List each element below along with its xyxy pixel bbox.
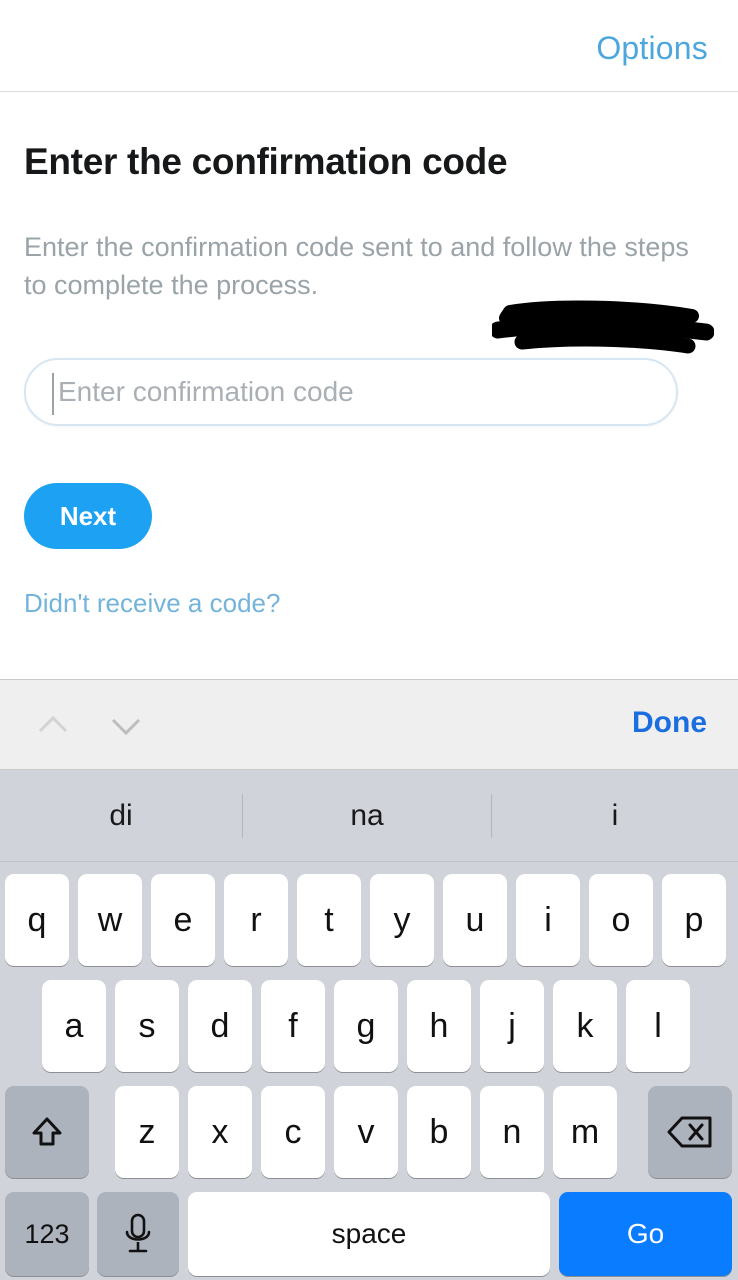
on-screen-keyboard: di na i q w e r t y u i o p a s d f g h … xyxy=(0,770,738,1280)
key-k[interactable]: k xyxy=(553,980,617,1072)
key-w[interactable]: w xyxy=(78,874,142,966)
key-t[interactable]: t xyxy=(297,874,361,966)
prediction-2[interactable]: i xyxy=(492,770,738,862)
key-a[interactable]: a xyxy=(42,980,106,1072)
key-i[interactable]: i xyxy=(516,874,580,966)
key-u[interactable]: u xyxy=(443,874,507,966)
options-button[interactable]: Options xyxy=(596,30,708,67)
key-e[interactable]: e xyxy=(151,874,215,966)
key-s[interactable]: s xyxy=(115,980,179,1072)
key-n[interactable]: n xyxy=(480,1086,544,1178)
backspace-key[interactable] xyxy=(648,1086,732,1178)
resend-code-link[interactable]: Didn't receive a code? xyxy=(24,588,280,619)
text-caret xyxy=(52,373,54,415)
main-content: Enter the confirmation code Enter the co… xyxy=(0,93,738,678)
microphone-icon xyxy=(121,1212,155,1256)
dictation-key[interactable] xyxy=(97,1192,179,1276)
key-c[interactable]: c xyxy=(261,1086,325,1178)
key-x[interactable]: x xyxy=(188,1086,252,1178)
shift-arrow-icon xyxy=(27,1112,67,1152)
done-button[interactable]: Done xyxy=(632,706,707,740)
prediction-0[interactable]: di xyxy=(0,770,242,862)
key-f[interactable]: f xyxy=(261,980,325,1072)
key-o[interactable]: o xyxy=(589,874,653,966)
key-y[interactable]: y xyxy=(370,874,434,966)
keyboard-accessory-bar: Done xyxy=(0,679,738,770)
page-title: Enter the confirmation code xyxy=(24,141,508,182)
key-v[interactable]: v xyxy=(334,1086,398,1178)
redaction-scribble-icon xyxy=(492,300,714,360)
predictive-text-bar: di na i xyxy=(0,770,738,862)
go-key[interactable]: Go xyxy=(559,1192,732,1276)
shift-key[interactable] xyxy=(5,1086,89,1178)
page-description: Enter the confirmation code sent to and … xyxy=(24,232,689,300)
key-q[interactable]: q xyxy=(5,874,69,966)
confirmation-code-input[interactable] xyxy=(58,360,658,424)
prediction-1[interactable]: na xyxy=(243,770,491,862)
numbers-key[interactable]: 123 xyxy=(5,1192,89,1276)
confirmation-code-field[interactable] xyxy=(24,358,678,426)
key-j[interactable]: j xyxy=(480,980,544,1072)
next-button[interactable]: Next xyxy=(24,483,152,549)
key-r[interactable]: r xyxy=(224,874,288,966)
key-p[interactable]: p xyxy=(662,874,726,966)
key-z[interactable]: z xyxy=(115,1086,179,1178)
key-d[interactable]: d xyxy=(188,980,252,1072)
chevron-up-icon[interactable] xyxy=(33,706,73,746)
space-key[interactable]: space xyxy=(188,1192,550,1276)
backspace-icon xyxy=(666,1114,714,1150)
chevron-down-icon[interactable] xyxy=(106,706,146,746)
key-m[interactable]: m xyxy=(553,1086,617,1178)
key-b[interactable]: b xyxy=(407,1086,471,1178)
key-h[interactable]: h xyxy=(407,980,471,1072)
key-l[interactable]: l xyxy=(626,980,690,1072)
top-bar: Options xyxy=(0,0,738,92)
key-g[interactable]: g xyxy=(334,980,398,1072)
